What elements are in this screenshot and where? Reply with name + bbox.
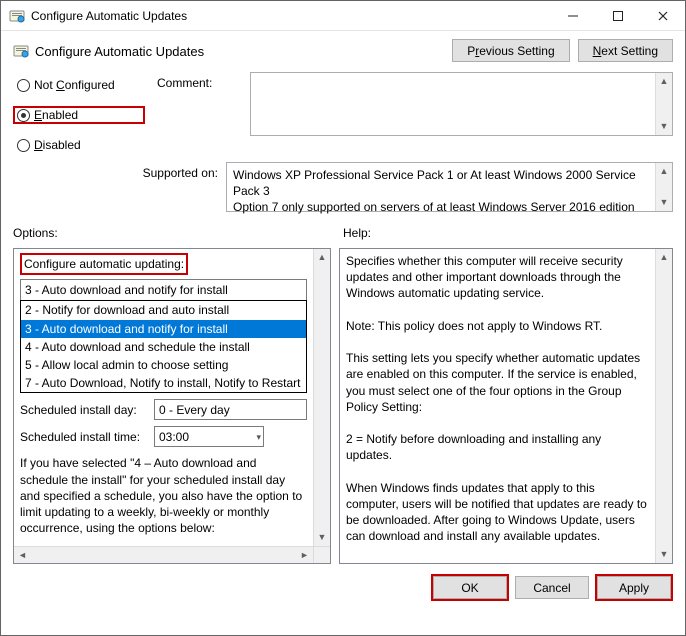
dropdown-item[interactable]: 2 - Notify for download and auto install bbox=[21, 301, 306, 319]
scheduled-time-combo[interactable]: 03:00 ▾ bbox=[154, 426, 264, 447]
top-row: Not Configured Enabled Disabled Comment: ▲… bbox=[1, 72, 685, 162]
scroll-right-icon: ► bbox=[296, 550, 313, 560]
state-radio-group: Not Configured Enabled Disabled bbox=[13, 72, 145, 154]
dropdown-list: 2 - Notify for download and auto install… bbox=[20, 300, 307, 393]
cancel-button[interactable]: Cancel bbox=[515, 576, 589, 599]
dropdown-item[interactable]: 3 - Auto download and notify for install bbox=[21, 320, 306, 338]
header-title: Configure Automatic Updates bbox=[35, 44, 204, 59]
policy-icon bbox=[9, 8, 25, 24]
scrollbar-vertical[interactable]: ▲ ▼ bbox=[655, 163, 672, 211]
close-button[interactable] bbox=[640, 1, 685, 30]
scroll-up-icon: ▲ bbox=[660, 163, 669, 180]
scheduled-day-label: Scheduled install day: bbox=[20, 402, 148, 418]
options-label: Options: bbox=[13, 226, 343, 240]
dropdown-item[interactable]: 5 - Allow local admin to choose setting bbox=[21, 356, 306, 374]
scrollbar-vertical[interactable]: ▲ ▼ bbox=[655, 249, 672, 563]
window: Configure Automatic Updates bbox=[0, 0, 686, 636]
scrollbar-corner bbox=[313, 546, 330, 563]
apply-button[interactable]: Apply bbox=[597, 576, 671, 599]
dropdown-selected: 3 - Auto download and notify for install bbox=[20, 279, 307, 301]
pane-labels: Options: Help: bbox=[1, 222, 685, 244]
radio-icon bbox=[17, 139, 30, 152]
scrollbar-vertical[interactable]: ▲ ▼ bbox=[313, 249, 330, 546]
titlebar: Configure Automatic Updates bbox=[1, 1, 685, 31]
ok-button[interactable]: OK bbox=[433, 576, 507, 599]
window-controls bbox=[550, 1, 685, 30]
header: Configure Automatic Updates Previous Set… bbox=[1, 31, 685, 72]
minimize-button[interactable] bbox=[550, 1, 595, 30]
comment-textbox[interactable]: ▲ ▼ bbox=[250, 72, 673, 136]
radio-label: Not Configured bbox=[34, 78, 115, 92]
scrollbar-horizontal[interactable]: ◄ ► bbox=[14, 546, 313, 563]
scheduled-time-label: Scheduled install time: bbox=[20, 429, 148, 445]
chevron-down-icon: ▾ bbox=[256, 427, 261, 446]
panes: Configure automatic updating: 3 - Auto d… bbox=[1, 244, 685, 572]
scheduled-day-combo[interactable]: 0 - Every day bbox=[154, 399, 307, 420]
supported-row: Supported on: Windows XP Professional Se… bbox=[1, 162, 685, 222]
configure-updating-label: Configure automatic updating: bbox=[20, 253, 188, 275]
next-setting-button[interactable]: Next Setting bbox=[578, 39, 673, 62]
radio-icon bbox=[17, 109, 30, 122]
scroll-up-icon: ▲ bbox=[660, 73, 669, 90]
help-pane: Specifies whether this computer will rec… bbox=[339, 248, 673, 564]
options-pane: Configure automatic updating: 3 - Auto d… bbox=[13, 248, 331, 564]
state-radio-disabled[interactable]: Disabled bbox=[17, 138, 141, 152]
scroll-down-icon: ▼ bbox=[318, 529, 327, 546]
radio-label: Disabled bbox=[34, 138, 81, 152]
scroll-down-icon: ▼ bbox=[660, 194, 669, 211]
help-label: Help: bbox=[343, 226, 371, 240]
window-title: Configure Automatic Updates bbox=[31, 9, 550, 23]
state-radio-enabled[interactable]: Enabled bbox=[17, 108, 141, 122]
maximize-button[interactable] bbox=[595, 1, 640, 30]
scrollbar-vertical[interactable]: ▲ ▼ bbox=[655, 73, 672, 135]
schedule-explanation: If you have selected "4 – Auto download … bbox=[20, 455, 307, 536]
configure-updating-dropdown[interactable]: 3 - Auto download and notify for install… bbox=[20, 279, 307, 393]
previous-setting-button[interactable]: Previous Setting bbox=[452, 39, 569, 62]
dialog-buttons: OK Cancel Apply bbox=[1, 572, 685, 609]
policy-icon bbox=[13, 43, 29, 59]
scroll-up-icon: ▲ bbox=[660, 249, 669, 266]
scroll-left-icon: ◄ bbox=[14, 550, 31, 560]
supported-label: Supported on: bbox=[13, 162, 218, 212]
comment-label: Comment: bbox=[157, 72, 242, 154]
dropdown-item[interactable]: 7 - Auto Download, Notify to install, No… bbox=[21, 374, 306, 392]
scroll-down-icon: ▼ bbox=[660, 546, 669, 563]
radio-icon bbox=[17, 79, 30, 92]
dropdown-item[interactable]: 4 - Auto download and schedule the insta… bbox=[21, 338, 306, 356]
scroll-down-icon: ▼ bbox=[660, 118, 669, 135]
help-text: Specifies whether this computer will rec… bbox=[340, 249, 655, 563]
radio-label: Enabled bbox=[34, 108, 78, 122]
supported-textbox: Windows XP Professional Service Pack 1 o… bbox=[226, 162, 673, 212]
state-radio-not-configured[interactable]: Not Configured bbox=[17, 78, 141, 92]
scroll-up-icon: ▲ bbox=[318, 249, 327, 266]
